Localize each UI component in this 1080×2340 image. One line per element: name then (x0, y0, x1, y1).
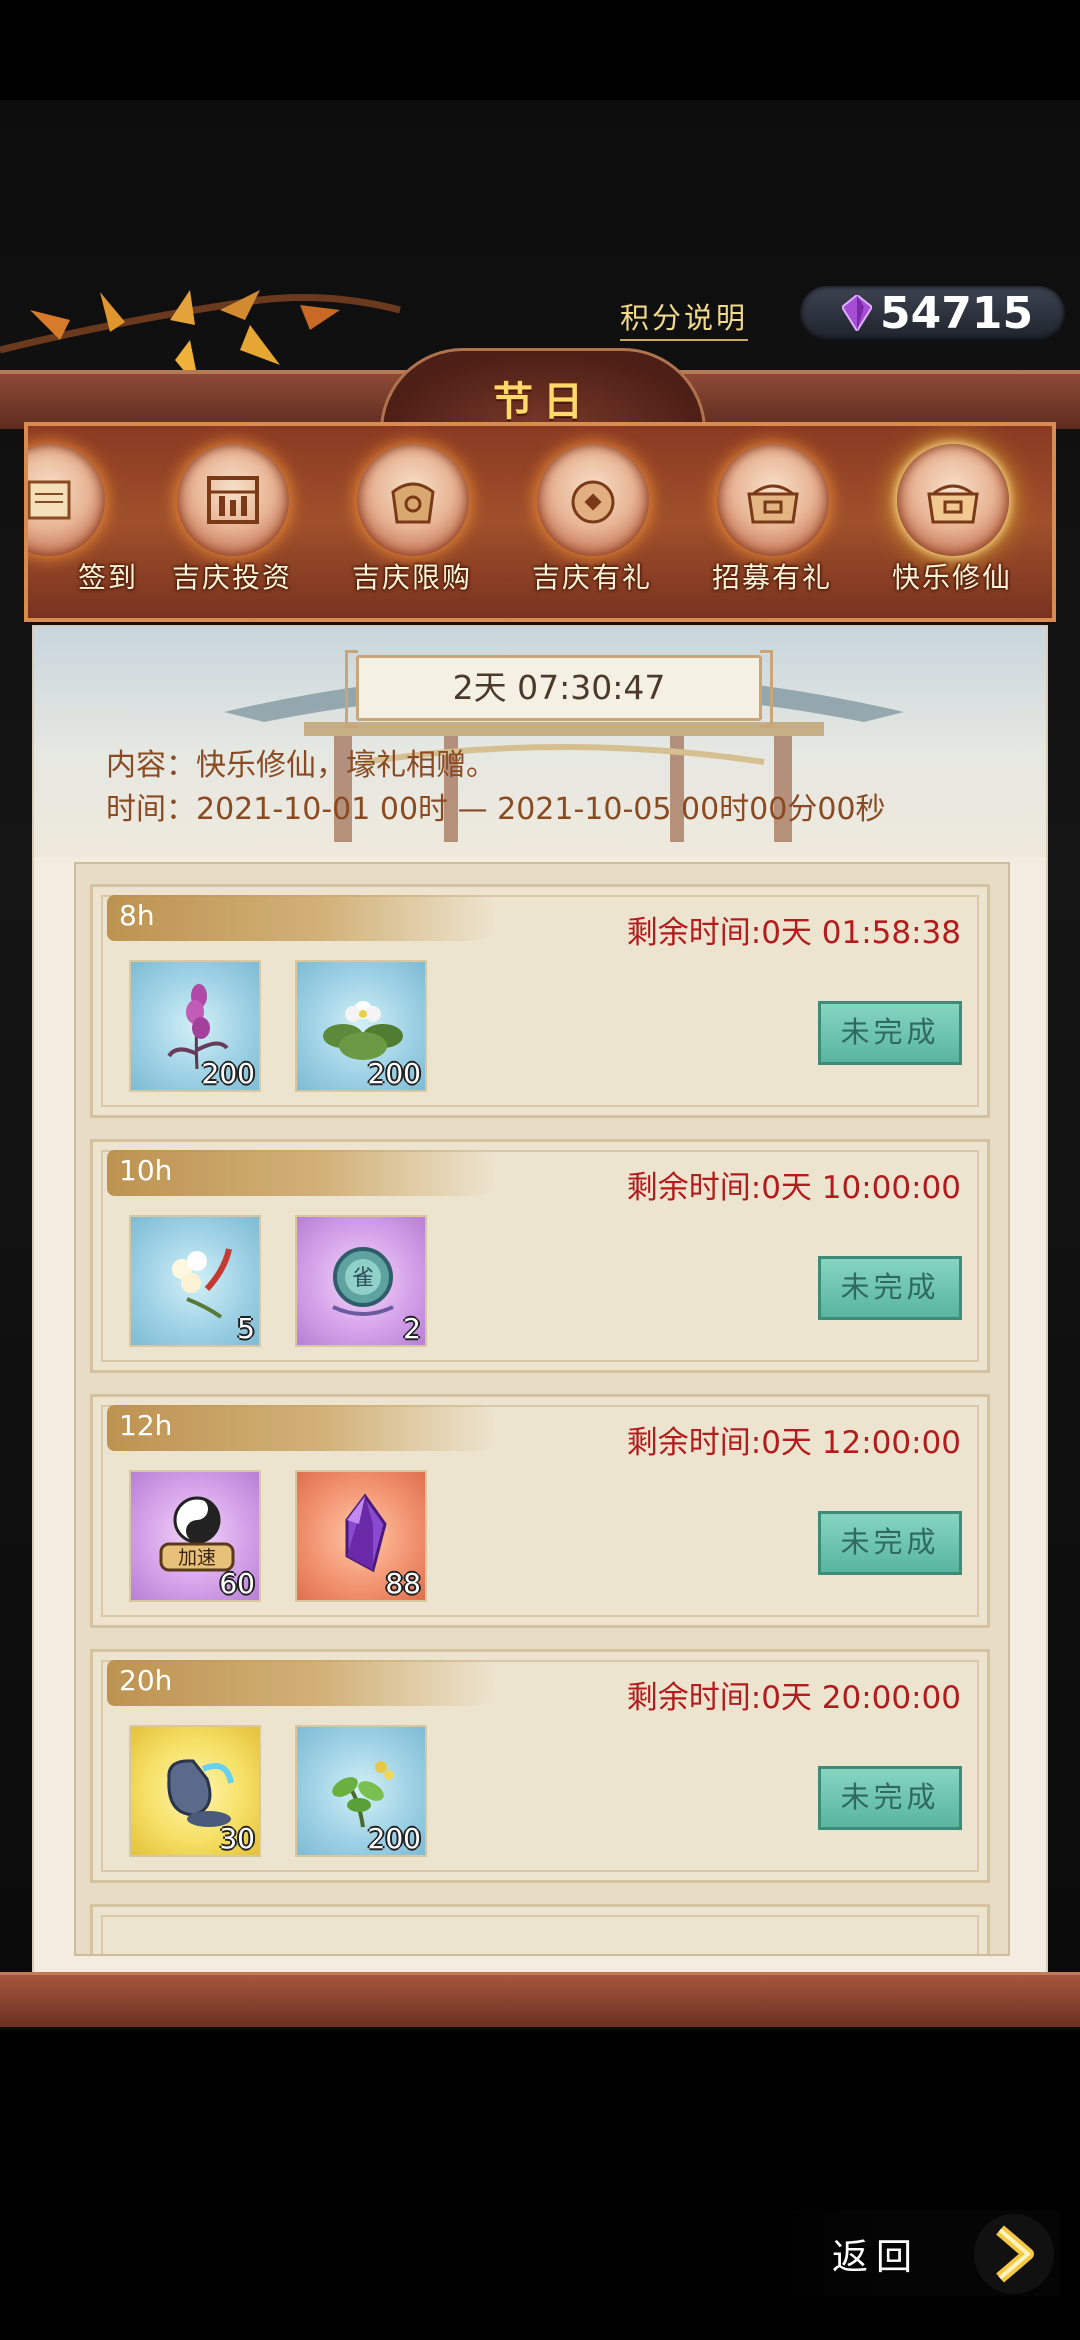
reward-quantity: 200 (367, 1822, 421, 1855)
task-hours: 10h (119, 1154, 173, 1187)
task-card: 12h 剩余时间:0天 12:00:00 加速 60 88 未完成 (90, 1394, 990, 1628)
task-status-button[interactable]: 未完成 (818, 1766, 962, 1830)
reward-item[interactable]: 5 (129, 1215, 261, 1347)
page-title: 节日 (493, 378, 593, 425)
tab-festive-limited[interactable]: 吉庆限购 (322, 426, 502, 618)
title-plaque: 节日 (380, 348, 706, 431)
task-card: 8h 剩余时间:0天 01:58:38 200 200 未完成 (90, 884, 990, 1118)
purple-gem-icon (842, 295, 872, 331)
gift-bag-icon (391, 482, 435, 524)
points-info-link[interactable]: 积分说明 (620, 295, 749, 341)
back-button[interactable]: 返回 (760, 2210, 1060, 2296)
task-remaining-time: 剩余时间:0天 10:00:00 (626, 1170, 961, 1206)
tab-festive-investment[interactable]: 吉庆投资 (142, 426, 322, 618)
tab-label: 签到 (77, 561, 138, 594)
task-remaining-time: 剩余时间:0天 12:00:00 (626, 1425, 961, 1461)
tab-orb (717, 444, 829, 556)
task-status-button[interactable]: 未完成 (818, 1511, 962, 1575)
tab-label: 吉庆有礼 (531, 561, 652, 594)
task-status-button[interactable]: 未完成 (818, 1256, 962, 1320)
reward-item[interactable]: 200 (295, 1725, 427, 1857)
tab-orb (357, 444, 469, 556)
task-remaining-time: 剩余时间:0天 20:00:00 (626, 1680, 961, 1716)
task-status-button[interactable]: 未完成 (818, 1001, 962, 1065)
reward-item[interactable]: 雀 2 (295, 1215, 427, 1347)
reward-item[interactable]: 加速 60 (129, 1470, 261, 1602)
reward-item[interactable]: 200 (295, 960, 427, 1092)
event-time-text: 时间：2021-10-01 00时 — 2021-10-05 00时00分00秒 (106, 792, 886, 827)
task-remaining-time: 剩余时间:0天 01:58:38 (626, 915, 961, 951)
tab-label: 吉庆投资 (171, 561, 292, 594)
tab-label: 吉庆限购 (351, 561, 472, 594)
chest-icon (927, 484, 979, 524)
svg-text:雀: 雀 (352, 1266, 374, 1291)
task-card-partial (90, 1904, 990, 1954)
tab-festive-gift[interactable]: 吉庆有礼 (502, 426, 682, 618)
reward-item[interactable]: 200 (129, 960, 261, 1092)
task-hours: 20h (119, 1664, 173, 1697)
task-hours: 12h (119, 1409, 173, 1442)
tab-orb (537, 444, 649, 556)
event-banner: 2天 07:30:47 内容：快乐修仙，壕礼相赠。 时间：2021-10-01 … (34, 627, 1046, 857)
event-countdown: 2天 07:30:47 (345, 650, 773, 728)
tab-orb (28, 444, 105, 556)
activity-tab-strip[interactable]: 签到 吉庆投资 吉庆限购 吉庆有礼 招募有礼 快乐修仙 (24, 422, 1056, 622)
bottom-ledge (0, 1972, 1080, 2027)
event-panel: 2天 07:30:47 内容：快乐修仙，壕礼相赠。 时间：2021-10-01 … (32, 625, 1048, 1975)
task-card: 10h 剩余时间:0天 10:00:00 5 雀 2 未完成 (90, 1139, 990, 1373)
tab-happy-cultivation[interactable]: 快乐修仙 (862, 426, 1042, 618)
tab-label: 快乐修仙 (891, 561, 1012, 594)
task-hours: 8h (119, 899, 155, 932)
tab-orb (897, 444, 1009, 556)
reward-quantity: 60 (219, 1567, 255, 1600)
reward-quantity: 30 (219, 1822, 255, 1855)
back-label: 返回 (832, 2237, 921, 2278)
task-list[interactable]: 8h 剩余时间:0天 01:58:38 200 200 未完成 10h 剩余时间… (74, 862, 1010, 1956)
reward-quantity: 200 (201, 1057, 255, 1090)
coin-icon (571, 480, 615, 524)
currency-value: 54715 (880, 287, 1034, 339)
svg-text:加速: 加速 (178, 1547, 216, 1569)
reward-item[interactable]: 30 (129, 1725, 261, 1857)
tab-sign-in[interactable]: 签到 (28, 426, 138, 618)
tab-label: 招募有礼 (711, 561, 832, 594)
event-content-text: 内容：快乐修仙，壕礼相赠。 (106, 748, 496, 783)
currency-display: 54715 (800, 286, 1065, 340)
reward-quantity: 88 (385, 1567, 421, 1600)
tab-recruit-gift[interactable]: 招募有礼 (682, 426, 862, 618)
spirit-orb-icon: 雀 (332, 1247, 394, 1316)
reward-quantity: 2 (403, 1312, 421, 1345)
reward-quantity: 5 (237, 1312, 255, 1345)
reward-item[interactable]: 88 (295, 1470, 427, 1602)
scroll-icon (28, 480, 71, 520)
tab-orb (177, 444, 289, 556)
chest-icon (747, 484, 799, 524)
chevron-right-icon (974, 2214, 1054, 2294)
brush-stroke-decoration (107, 895, 497, 941)
status-bar-area (0, 0, 1080, 100)
blossom-icon (172, 1248, 232, 1319)
task-card: 20h 剩余时间:0天 20:00:00 30 200 未完成 (90, 1649, 990, 1883)
abacus-icon (207, 476, 259, 524)
reward-quantity: 200 (367, 1057, 421, 1090)
